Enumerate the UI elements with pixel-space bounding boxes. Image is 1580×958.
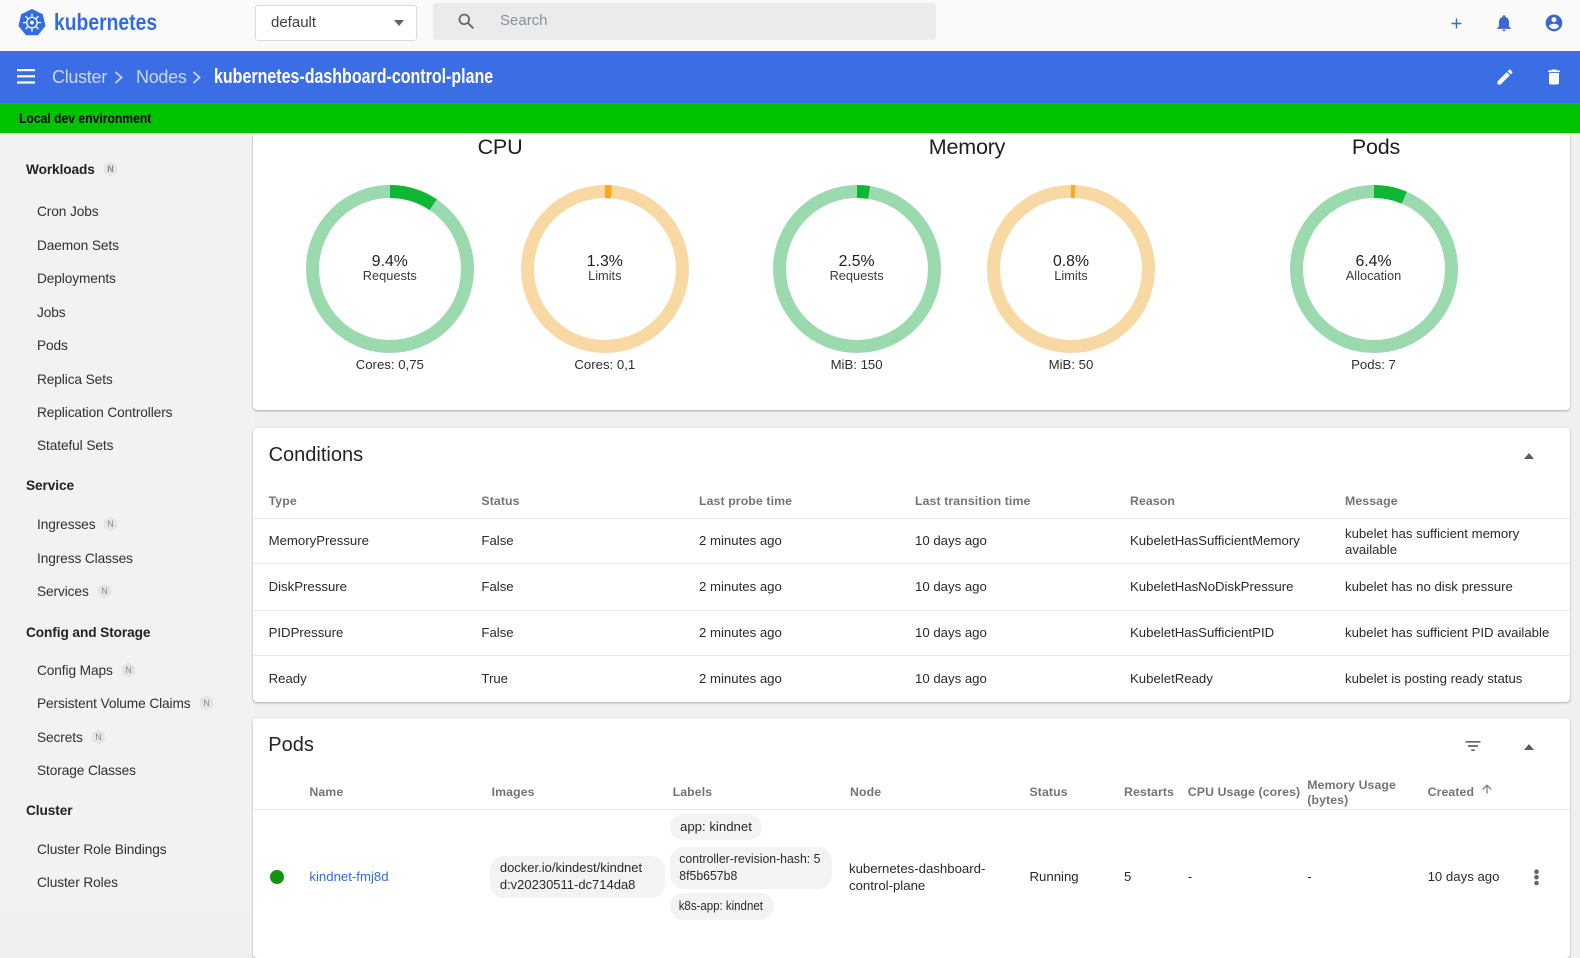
- svg-text:N: N: [108, 519, 114, 529]
- svg-text:N: N: [125, 665, 131, 675]
- svg-text:N: N: [95, 732, 101, 742]
- svg-text:N: N: [203, 698, 209, 708]
- svg-text:N: N: [101, 586, 107, 596]
- svg-text:N: N: [107, 164, 113, 174]
